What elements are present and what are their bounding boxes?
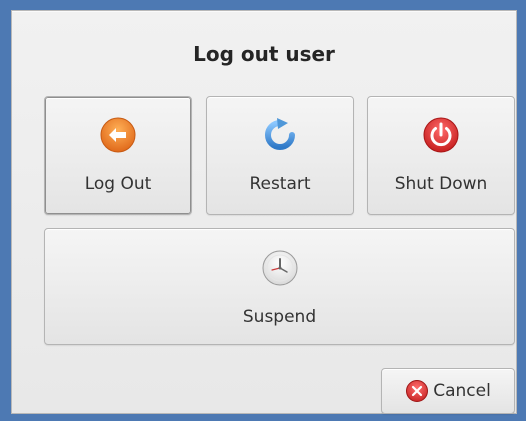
shutdown-label: Shut Down — [394, 174, 488, 194]
suspend-label: Suspend — [242, 307, 317, 327]
cancel-label: Cancel — [433, 381, 491, 401]
power-icon — [423, 117, 459, 153]
restart-button[interactable]: Restart — [206, 96, 354, 215]
logout-button[interactable]: Log Out — [44, 96, 192, 215]
clock-icon — [262, 250, 297, 286]
suspend-button[interactable]: Suspend — [44, 228, 515, 345]
logout-dialog: Log out user Log Out Restart Shut Down S… — [11, 10, 517, 414]
restart-label: Restart — [249, 174, 311, 194]
restart-icon — [265, 118, 295, 150]
cancel-button[interactable]: Cancel — [381, 368, 515, 414]
logout-arrow-icon — [100, 117, 136, 153]
shutdown-button[interactable]: Shut Down — [367, 96, 515, 215]
cancel-content: Cancel — [382, 369, 514, 413]
logout-label: Log Out — [84, 174, 152, 194]
dialog-title: Log out user — [193, 42, 335, 66]
cancel-icon — [406, 380, 429, 402]
